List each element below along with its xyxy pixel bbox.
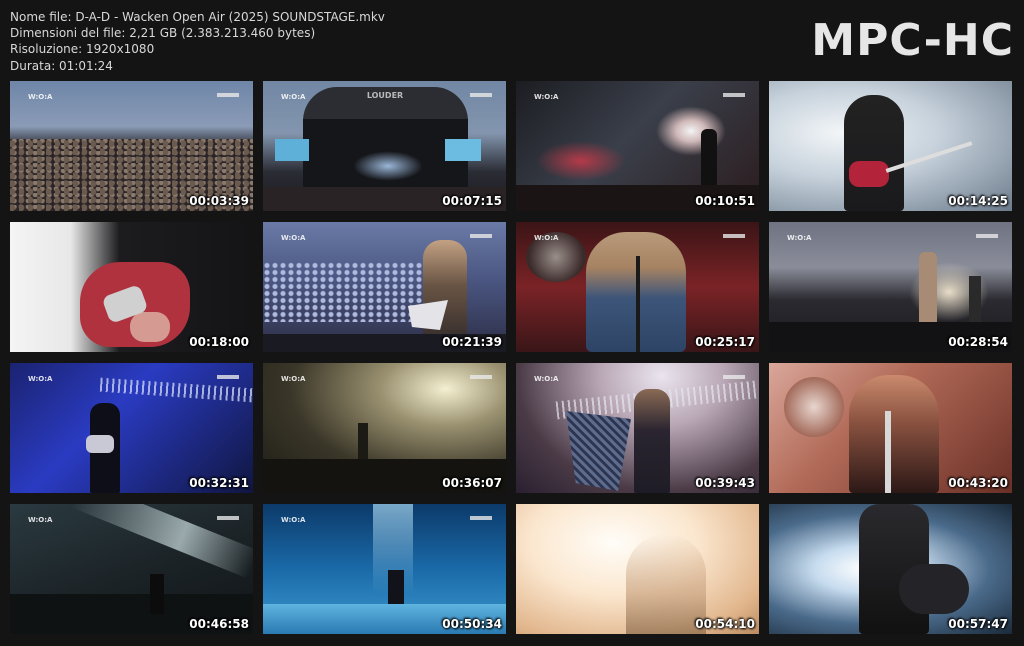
guitar-body xyxy=(899,564,969,614)
performer-silhouette xyxy=(634,389,670,493)
channel-logo-icon: W:O:A xyxy=(281,375,306,383)
channel-logo-icon: W:O:A xyxy=(281,234,306,242)
channel-tag-icon xyxy=(723,375,745,379)
stage-lights xyxy=(353,151,423,181)
guitar-body xyxy=(849,161,889,187)
left-screen xyxy=(275,139,309,161)
bass-guitar xyxy=(566,411,631,491)
channel-tag-icon xyxy=(470,516,492,520)
timestamp: 00:43:20 xyxy=(948,476,1008,490)
thumbnail[interactable]: 00:57:47 xyxy=(769,504,1012,634)
file-resolution: Risoluzione: 1920x1080 xyxy=(10,42,155,57)
timestamp: 00:25:17 xyxy=(695,335,755,349)
drum-kit xyxy=(784,377,844,437)
channel-tag-icon xyxy=(470,234,492,238)
channel-logo-icon: W:O:A xyxy=(28,93,53,101)
performer-silhouette xyxy=(701,129,717,189)
timestamp: 00:54:10 xyxy=(695,617,755,631)
stage-sign: LOUDER xyxy=(366,91,404,100)
right-screen xyxy=(445,139,481,161)
thumbnail[interactable]: W:O:A 00:10:51 xyxy=(516,81,759,211)
timestamp: 00:57:47 xyxy=(948,617,1008,631)
timestamp: 00:14:25 xyxy=(948,194,1008,208)
channel-logo-icon: W:O:A xyxy=(281,93,306,101)
channel-logo-icon: W:O:A xyxy=(787,234,812,242)
microphone xyxy=(885,411,891,493)
file-duration: Durata: 01:01:24 xyxy=(10,58,113,73)
thumbnail[interactable]: W:O:A 00:03:39 xyxy=(10,81,253,211)
thumbnail[interactable]: LOUDER W:O:A 00:07:15 xyxy=(263,81,506,211)
performer-silhouette xyxy=(358,423,368,463)
guitar-body xyxy=(86,435,114,453)
timestamp: 00:36:07 xyxy=(442,476,502,490)
thumbnail[interactable]: 00:14:25 xyxy=(769,81,1012,211)
lighting-truss xyxy=(99,377,253,403)
thumbnail[interactable]: 00:54:10 xyxy=(516,504,759,634)
file-name: Nome file: D-A-D - Wacken Open Air (2025… xyxy=(10,10,385,24)
channel-logo-icon: W:O:A xyxy=(28,375,53,383)
red-haze xyxy=(536,141,626,181)
thumbnail[interactable]: W:O:A 00:36:07 xyxy=(263,363,506,493)
thumbnail[interactable]: W:O:A 00:39:43 xyxy=(516,363,759,493)
timestamp: 00:32:31 xyxy=(189,476,249,490)
channel-logo-icon: W:O:A xyxy=(281,516,306,524)
timestamp: 00:21:39 xyxy=(442,335,502,349)
thumbnail[interactable]: W:O:A 00:25:17 xyxy=(516,222,759,352)
channel-tag-icon xyxy=(217,516,239,520)
timestamp: 00:39:43 xyxy=(695,476,755,490)
channel-logo-icon: W:O:A xyxy=(534,375,559,383)
timestamp: 00:07:15 xyxy=(442,194,502,208)
thumbnail[interactable]: 00:18:00 xyxy=(10,222,253,352)
thumbnail[interactable]: 00:43:20 xyxy=(769,363,1012,493)
microphone xyxy=(636,256,640,352)
performer-silhouette xyxy=(849,375,939,493)
channel-tag-icon xyxy=(976,234,998,238)
performer-silhouette xyxy=(919,252,937,332)
channel-tag-icon xyxy=(723,93,745,97)
timestamp: 00:10:51 xyxy=(695,194,755,208)
channel-tag-icon xyxy=(217,93,239,97)
crowd-scene xyxy=(263,262,423,322)
file-size: Dimensioni del file: 2,21 GB (2.383.213.… xyxy=(10,26,316,41)
timestamp: 00:50:34 xyxy=(442,617,502,631)
timestamp: 00:18:00 xyxy=(189,335,249,349)
channel-tag-icon xyxy=(470,375,492,379)
performer-silhouette xyxy=(626,534,706,634)
channel-tag-icon xyxy=(470,93,492,97)
thumbnail[interactable]: W:O:A 00:50:34 xyxy=(263,504,506,634)
hand xyxy=(130,312,170,342)
channel-tag-icon xyxy=(723,234,745,238)
thumbnail[interactable]: W:O:A 00:28:54 xyxy=(769,222,1012,352)
performer-silhouette xyxy=(844,95,904,211)
channel-logo-icon: W:O:A xyxy=(534,93,559,101)
channel-tag-icon xyxy=(217,375,239,379)
thumbnail[interactable]: W:O:A 00:32:31 xyxy=(10,363,253,493)
thumbnail[interactable]: W:O:A 00:46:58 xyxy=(10,504,253,634)
channel-logo-icon: W:O:A xyxy=(534,234,559,242)
performer-silhouette xyxy=(150,574,164,614)
mpc-hc-logo: MPC-HC xyxy=(811,15,1014,66)
channel-logo-icon: W:O:A xyxy=(28,516,53,524)
timestamp: 00:46:58 xyxy=(189,617,249,631)
timestamp: 00:28:54 xyxy=(948,335,1008,349)
thumbnail-grid: W:O:A 00:03:39 LOUDER W:O:A 00:07:15 W:O… xyxy=(10,81,1012,634)
timestamp: 00:03:39 xyxy=(189,194,249,208)
thumbnail[interactable]: W:O:A 00:21:39 xyxy=(263,222,506,352)
file-info-panel: Nome file: D-A-D - Wacken Open Air (2025… xyxy=(10,9,385,74)
